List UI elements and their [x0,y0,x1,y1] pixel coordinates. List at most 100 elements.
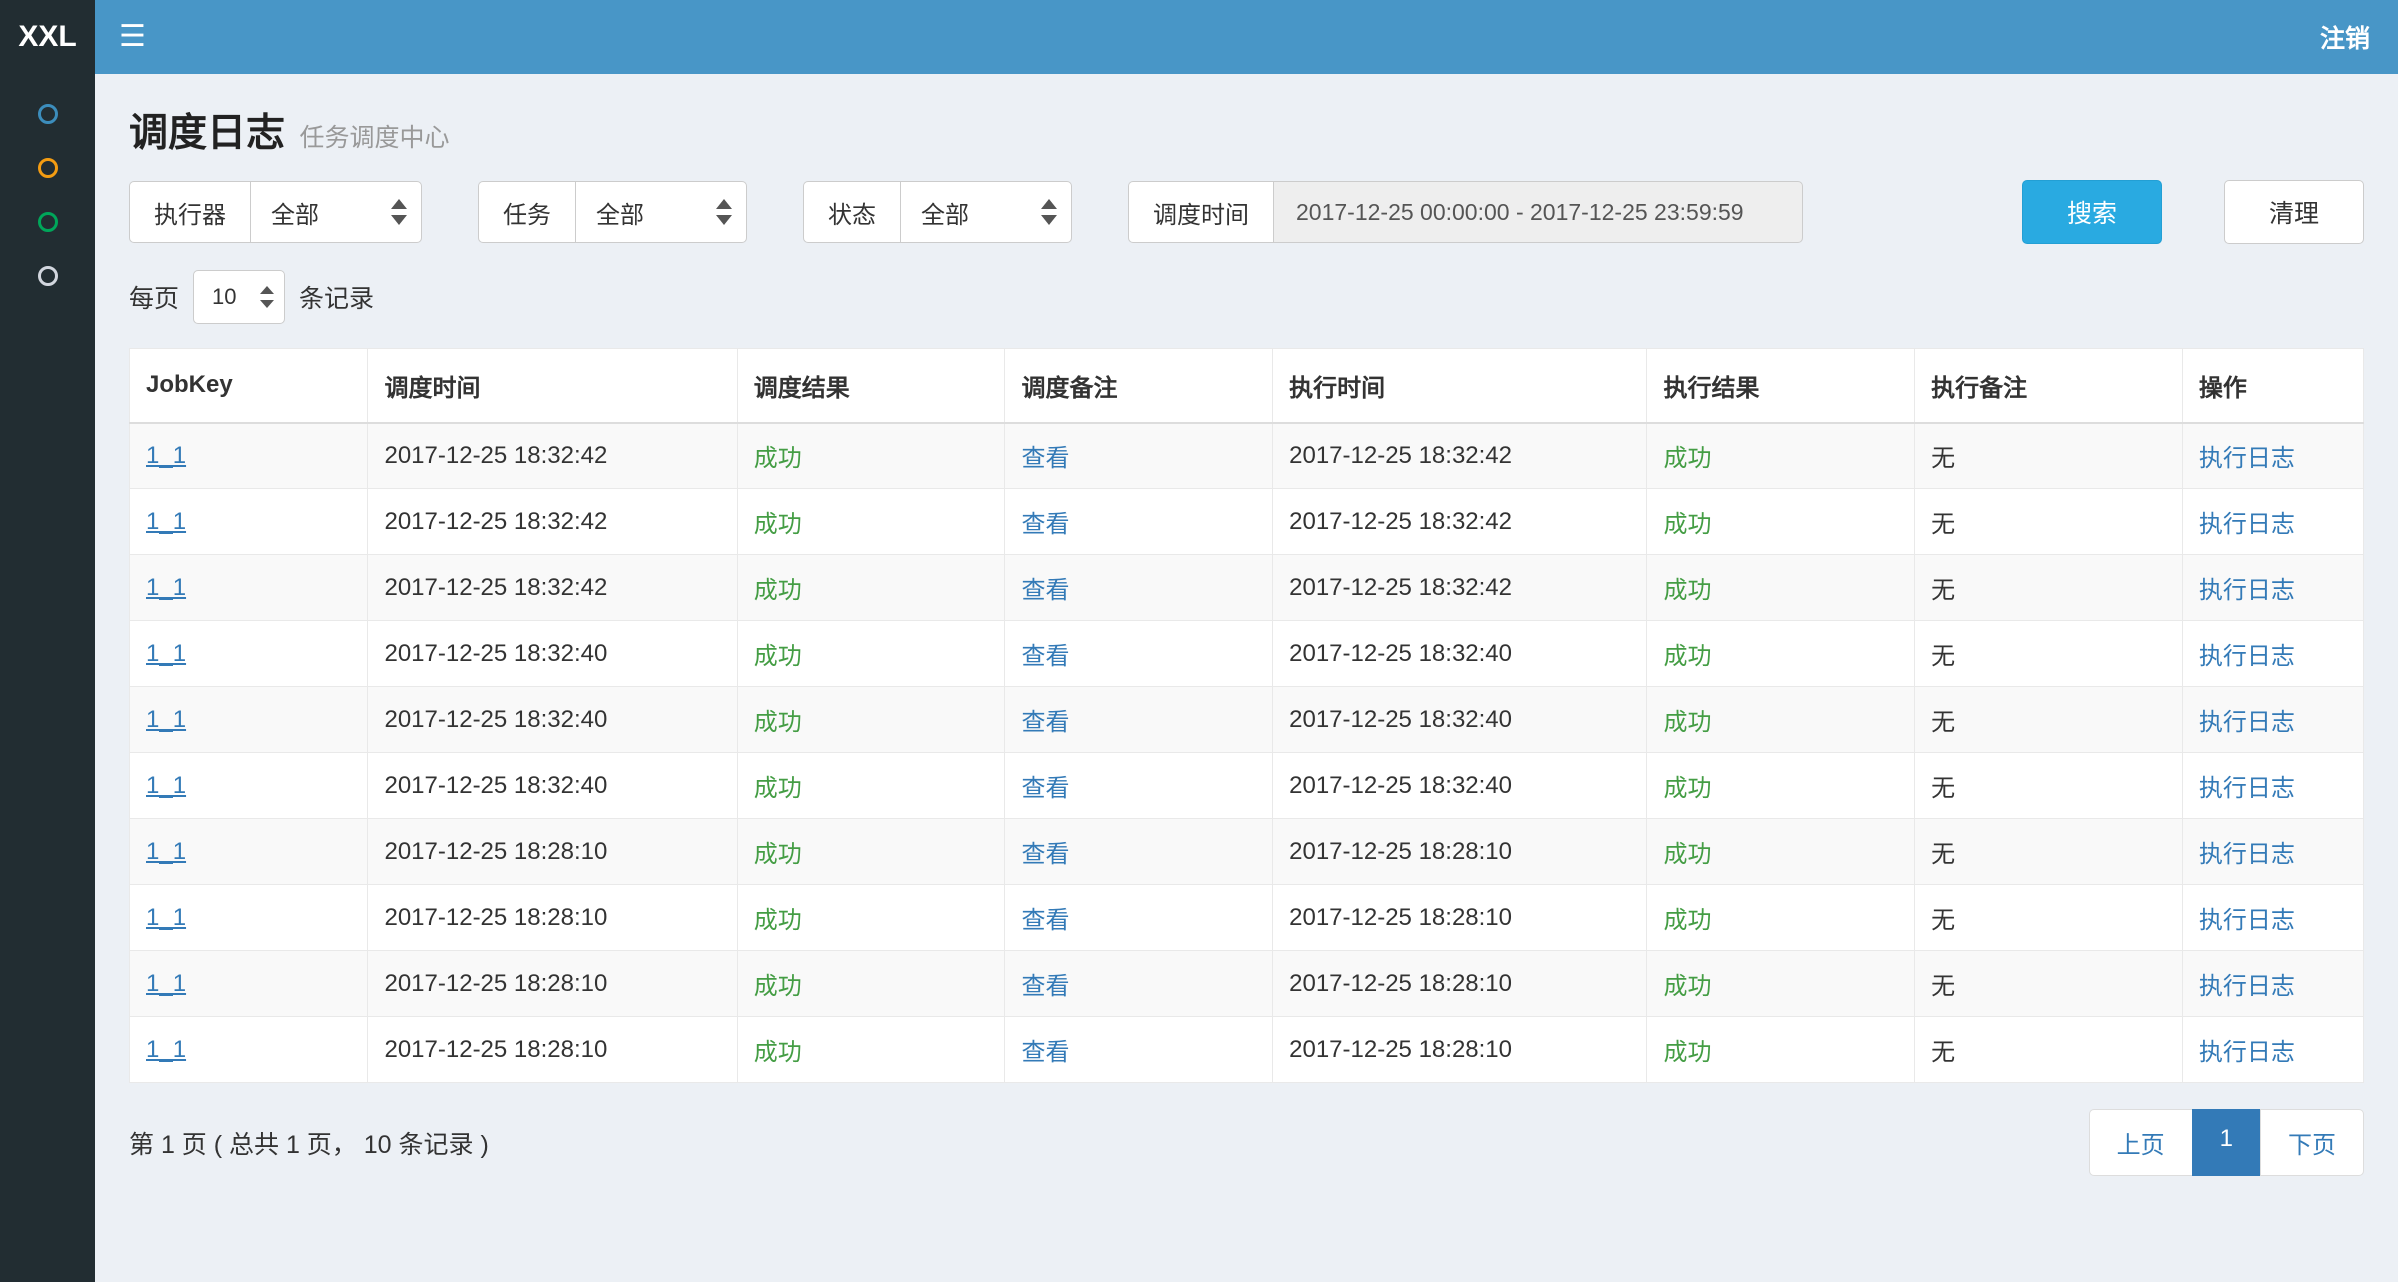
jobkey-link[interactable]: 1_1 [146,772,186,799]
next-page-button[interactable]: 下页 [2260,1109,2364,1176]
exec-log-link[interactable]: 执行日志 [2199,643,2295,670]
page-size-select[interactable]: 10 [193,270,285,324]
handle-result-cell: 成功 [1647,687,1915,753]
exec-log-link[interactable]: 执行日志 [2199,841,2295,868]
trigger-result-cell: 成功 [737,555,1005,621]
exec-log-link[interactable]: 执行日志 [2199,577,2295,604]
select-arrows-icon [391,199,407,225]
circle-icon[interactable] [38,158,58,178]
trigger-msg-link[interactable]: 查看 [1021,1039,1069,1066]
executor-filter-label: 执行器 [129,181,250,243]
search-button[interactable]: 搜索 [2022,180,2162,244]
handle-result-cell: 成功 [1647,621,1915,687]
exec-log-link[interactable]: 执行日志 [2199,973,2295,1000]
handle-msg-cell: 无 [1915,687,2183,753]
page-subtitle: 任务调度中心 [299,124,449,152]
handle-msg-cell: 无 [1915,885,2183,951]
jobkey-link[interactable]: 1_1 [146,970,186,997]
status-select[interactable]: 全部 [900,181,1072,243]
col-handle-result: 执行结果 [1647,349,1915,423]
current-page-button[interactable]: 1 [2192,1109,2261,1176]
circle-icon[interactable] [38,104,58,124]
app-logo: XXL [0,0,95,74]
trigger-result-cell: 成功 [737,423,1005,489]
table-row: 1_1 2017-12-25 18:32:42 成功 查看 2017-12-25… [130,555,2364,621]
pagination: 上页 1 下页 [2089,1109,2364,1176]
select-arrows-icon [716,199,732,225]
prev-page-button[interactable]: 上页 [2089,1109,2193,1176]
executor-select[interactable]: 全部 [250,181,422,243]
handle-time-cell: 2017-12-25 18:32:42 [1273,555,1647,621]
page-size-row: 每页 10 条记录 [129,270,2364,324]
jobkey-link[interactable]: 1_1 [146,706,186,733]
trigger-msg-link[interactable]: 查看 [1021,973,1069,1000]
handle-result-cell: 成功 [1647,753,1915,819]
trigger-msg-link[interactable]: 查看 [1021,775,1069,802]
sidebar-menu [0,74,95,320]
handle-result-cell: 成功 [1647,1017,1915,1083]
trigger-result-cell: 成功 [737,819,1005,885]
jobkey-link[interactable]: 1_1 [146,640,186,667]
handle-msg-cell: 无 [1915,555,2183,621]
circle-icon[interactable] [38,212,58,232]
trigger-msg-link[interactable]: 查看 [1021,709,1069,736]
exec-log-link[interactable]: 执行日志 [2199,709,2295,736]
log-table: JobKey 调度时间 调度结果 调度备注 执行时间 执行结果 执行备注 操作 … [129,348,2364,1083]
status-select-value: 全部 [921,195,969,230]
jobkey-link[interactable]: 1_1 [146,508,186,535]
trigger-msg-link[interactable]: 查看 [1021,577,1069,604]
clear-button[interactable]: 清理 [2224,180,2364,244]
exec-log-link[interactable]: 执行日志 [2199,445,2295,472]
job-select[interactable]: 全部 [575,181,747,243]
jobkey-link[interactable]: 1_1 [146,904,186,931]
table-row: 1_1 2017-12-25 18:28:10 成功 查看 2017-12-25… [130,951,2364,1017]
col-trigger-msg: 调度备注 [1005,349,1273,423]
table-row: 1_1 2017-12-25 18:32:40 成功 查看 2017-12-25… [130,621,2364,687]
trigger-msg-link[interactable]: 查看 [1021,643,1069,670]
trigger-result-cell: 成功 [737,885,1005,951]
log-table-body: 1_1 2017-12-25 18:32:42 成功 查看 2017-12-25… [130,423,2364,1083]
trigger-result-cell: 成功 [737,687,1005,753]
table-row: 1_1 2017-12-25 18:28:10 成功 查看 2017-12-25… [130,819,2364,885]
handle-result-cell: 成功 [1647,423,1915,489]
handle-result-cell: 成功 [1647,819,1915,885]
jobkey-link[interactable]: 1_1 [146,442,186,469]
table-row: 1_1 2017-12-25 18:32:40 成功 查看 2017-12-25… [130,753,2364,819]
handle-msg-cell: 无 [1915,1017,2183,1083]
trigger-time-range-input[interactable]: 2017-12-25 00:00:00 - 2017-12-25 23:59:5… [1273,181,1803,243]
job-select-value: 全部 [596,195,644,230]
page-size-value: 10 [212,284,236,310]
trigger-msg-link[interactable]: 查看 [1021,445,1069,472]
col-trigger-result: 调度结果 [737,349,1005,423]
logout-link[interactable]: 注销 [2320,19,2370,55]
executor-select-value: 全部 [271,195,319,230]
trigger-time-filter-group: 调度时间 2017-12-25 00:00:00 - 2017-12-25 23… [1128,181,1803,243]
exec-log-link[interactable]: 执行日志 [2199,775,2295,802]
exec-log-link[interactable]: 执行日志 [2199,1039,2295,1066]
trigger-time-cell: 2017-12-25 18:28:10 [368,885,737,951]
jobkey-link[interactable]: 1_1 [146,574,186,601]
exec-log-link[interactable]: 执行日志 [2199,511,2295,538]
table-row: 1_1 2017-12-25 18:32:40 成功 查看 2017-12-25… [130,687,2364,753]
trigger-time-cell: 2017-12-25 18:32:42 [368,423,737,489]
handle-result-cell: 成功 [1647,951,1915,1017]
handle-msg-cell: 无 [1915,423,2183,489]
jobkey-link[interactable]: 1_1 [146,1036,186,1063]
status-filter-label: 状态 [803,181,900,243]
handle-time-cell: 2017-12-25 18:32:40 [1273,753,1647,819]
pagination-info: 第 1 页 ( 总共 1 页， 10 条记录 ) [129,1125,489,1161]
jobkey-link[interactable]: 1_1 [146,838,186,865]
exec-log-link[interactable]: 执行日志 [2199,907,2295,934]
trigger-result-cell: 成功 [737,753,1005,819]
trigger-result-cell: 成功 [737,489,1005,555]
trigger-msg-link[interactable]: 查看 [1021,511,1069,538]
sidebar-toggle-icon[interactable]: ☰ [119,22,146,52]
trigger-msg-link[interactable]: 查看 [1021,841,1069,868]
handle-time-cell: 2017-12-25 18:32:42 [1273,423,1647,489]
trigger-msg-link[interactable]: 查看 [1021,907,1069,934]
table-row: 1_1 2017-12-25 18:28:10 成功 查看 2017-12-25… [130,1017,2364,1083]
circle-icon[interactable] [38,266,58,286]
table-row: 1_1 2017-12-25 18:32:42 成功 查看 2017-12-25… [130,423,2364,489]
top-navbar: XXL ☰ 注销 [0,0,2398,74]
executor-filter-group: 执行器 全部 [129,181,422,243]
